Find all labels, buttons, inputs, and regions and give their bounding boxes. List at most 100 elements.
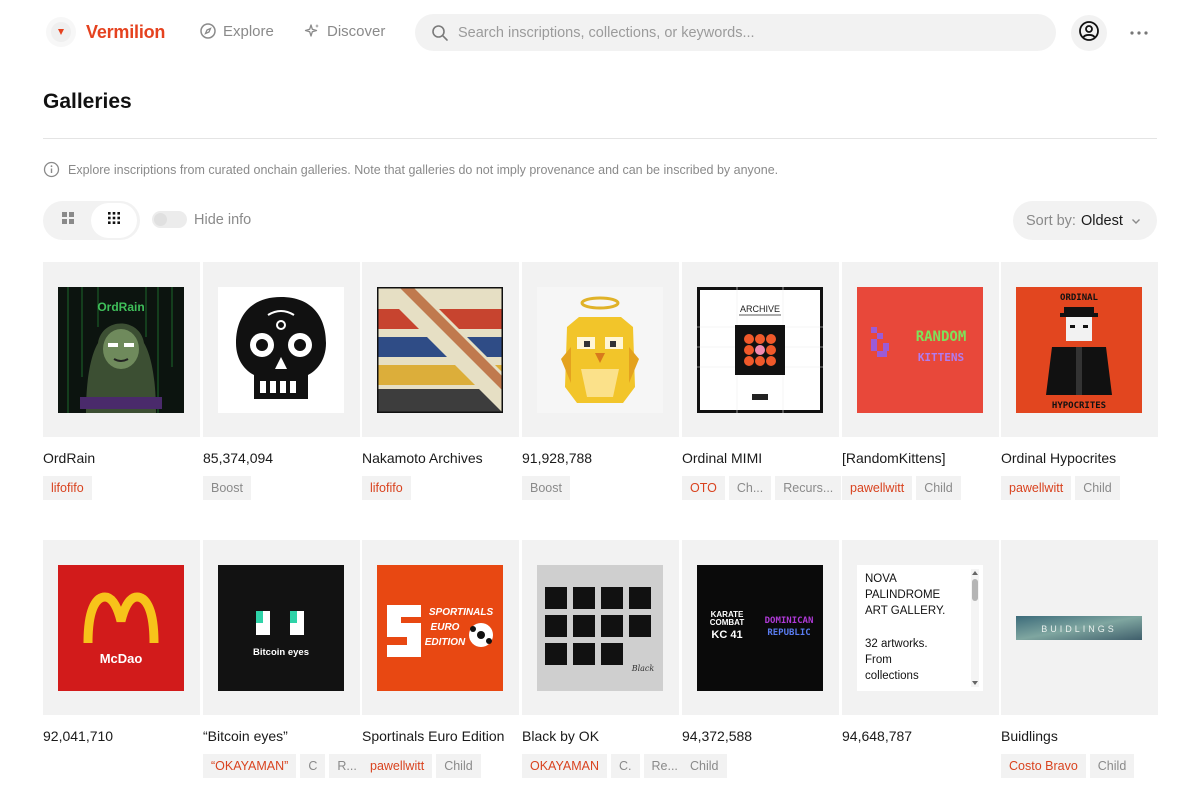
info-note: Explore inscriptions from curated onchai… (43, 161, 778, 178)
gallery-thumbnail[interactable]: Bitcoin eyes (203, 540, 360, 715)
gallery-thumbnail[interactable] (522, 262, 679, 437)
nova-art-text-1: NOVA (865, 573, 897, 585)
tag-creator[interactable]: OTO (682, 476, 725, 500)
gallery-thumbnail[interactable]: McDao (43, 540, 200, 715)
tag-child[interactable]: C (300, 754, 326, 778)
sort-dropdown[interactable]: Sort by: Oldest (1013, 201, 1157, 240)
gallery-card[interactable]: Black Black by OK OKAYAMAN C. Re... (522, 540, 686, 778)
tag-recursive[interactable]: Recurs... (775, 476, 842, 500)
gallery-card[interactable]: RANDOM KITTENS [RandomKittens] pawellwit… (842, 262, 999, 500)
tag-list: “OKAYAMAN” C R... (203, 754, 365, 778)
tag-child[interactable]: Child (682, 754, 727, 778)
gallery-card[interactable]: NOVA PALINDROME ART GALLERY. 32 artworks… (842, 540, 999, 744)
profile-button[interactable] (1071, 15, 1107, 51)
gallery-name[interactable]: 85,374,094 (203, 450, 273, 466)
black-art-text: Black (631, 664, 655, 673)
tag-creator[interactable]: pawellwitt (1001, 476, 1072, 500)
tag-creator[interactable]: pawellwitt (362, 754, 433, 778)
large-grid-button[interactable] (45, 203, 91, 238)
tag-child[interactable]: Child (1075, 476, 1120, 500)
gallery-name[interactable]: Ordinal Hypocrites (1001, 450, 1116, 466)
karate-art-text-2: COMBAT (710, 618, 745, 627)
gallery-thumbnail[interactable] (362, 262, 519, 437)
tag-child[interactable]: C. (611, 754, 640, 778)
gallery-name[interactable]: 91,928,788 (522, 450, 592, 466)
nav-explore[interactable]: Explore (199, 22, 274, 40)
tag-recursive[interactable]: R... (329, 754, 365, 778)
tag-creator[interactable]: Costo Bravo (1001, 754, 1086, 778)
tag-child[interactable]: Child (436, 754, 481, 778)
tag-child[interactable]: Ch... (728, 476, 772, 500)
hide-info-toggle[interactable]: Hide info (152, 211, 251, 228)
tag-list: OTO Ch... Recurs... (682, 476, 842, 500)
gallery-name[interactable]: 94,648,787 (842, 728, 912, 744)
chevron-down-icon (1130, 215, 1142, 227)
gallery-name[interactable]: Sportinals Euro Edition (362, 728, 504, 744)
owl-artwork (537, 287, 663, 413)
more-menu-button[interactable] (1126, 22, 1152, 42)
tag-creator[interactable]: lifofifo (43, 476, 92, 500)
gallery-thumbnail[interactable] (203, 262, 360, 437)
tag-recursive[interactable]: Re... (643, 754, 686, 778)
gallery-name[interactable]: “Bitcoin eyes” (203, 728, 288, 744)
gallery-card[interactable]: ARCHIVE Ordinal MIMI OTO Ch... Recurs... (682, 262, 842, 500)
search-bar[interactable] (415, 14, 1056, 51)
nav-discover[interactable]: Discover (303, 22, 385, 40)
gallery-card[interactable]: McDao 92,041,710 (43, 540, 200, 744)
divider (43, 138, 1157, 139)
gallery-thumbnail[interactable]: BUIDLINGS (1001, 540, 1158, 715)
logo[interactable]: Vermilion (44, 15, 165, 49)
tag-list: Boost (522, 476, 570, 500)
buidlings-art-text: BUIDLINGS (1041, 624, 1117, 634)
archive-art-text: ARCHIVE (740, 304, 780, 314)
gallery-card[interactable]: BUIDLINGS Buidlings Costo Bravo Child (1001, 540, 1158, 778)
sportinals-art-text-2: EURO (431, 622, 460, 633)
hypocrites-art-text-1: ORDINAL (1060, 293, 1099, 303)
gallery-name[interactable]: [RandomKittens] (842, 450, 946, 466)
gallery-card[interactable]: 91,928,788 Boost (522, 262, 679, 500)
sportinals-art-text-1: SPORTINALS (429, 607, 494, 618)
tag-boost[interactable]: Boost (522, 476, 570, 500)
sportinals-artwork: SPORTINALS EURO EDITION (377, 565, 503, 691)
gallery-thumbnail[interactable]: ARCHIVE (682, 262, 839, 437)
karate-art-text-3: KC 41 (711, 629, 742, 641)
tag-creator[interactable]: pawellwitt (842, 476, 913, 500)
gallery-thumbnail[interactable]: OrdRain (43, 262, 200, 437)
gallery-name[interactable]: Buidlings (1001, 728, 1058, 744)
stripes-artwork (377, 287, 503, 413)
gallery-thumbnail[interactable]: Black (522, 540, 679, 715)
tag-list: lifofifo (362, 476, 411, 500)
sparkle-icon (303, 22, 321, 40)
small-grid-button[interactable] (91, 203, 137, 238)
gallery-thumbnail[interactable]: RANDOM KITTENS (842, 262, 999, 437)
nav-discover-label: Discover (327, 22, 386, 40)
gallery-thumbnail[interactable]: ORDINAL HYPOCRITES (1001, 262, 1158, 437)
tag-child[interactable]: Child (1089, 754, 1135, 778)
gallery-card[interactable]: OrdRain OrdRain lifofifo (43, 262, 200, 500)
gallery-name[interactable]: Nakamoto Archives (362, 450, 483, 466)
gallery-thumbnail[interactable]: NOVA PALINDROME ART GALLERY. 32 artworks… (842, 540, 999, 715)
tag-creator[interactable]: lifofifo (362, 476, 411, 500)
tag-creator[interactable]: “OKAYAMAN” (203, 754, 297, 778)
gallery-name[interactable]: Black by OK (522, 728, 599, 744)
gallery-card[interactable]: KARATE COMBAT KC 41 DOMINICAN REPUBLIC 9… (682, 540, 839, 778)
tag-child[interactable]: Child (916, 476, 961, 500)
search-icon (431, 24, 449, 42)
gallery-card[interactable]: 85,374,094 Boost (203, 262, 360, 500)
gallery-thumbnail[interactable]: KARATE COMBAT KC 41 DOMINICAN REPUBLIC (682, 540, 839, 715)
gallery-thumbnail[interactable]: SPORTINALS EURO EDITION (362, 540, 519, 715)
tag-creator[interactable]: OKAYAMAN (522, 754, 607, 778)
tag-boost[interactable]: Boost (203, 476, 251, 500)
gallery-card[interactable]: Nakamoto Archives lifofifo (362, 262, 519, 500)
gallery-name[interactable]: 94,372,588 (682, 728, 752, 744)
vermilion-logo-icon (44, 15, 78, 49)
gallery-name[interactable]: OrdRain (43, 450, 95, 466)
mcdao-art-text: McDao (100, 651, 143, 666)
search-input[interactable] (458, 24, 1018, 41)
gallery-card[interactable]: ORDINAL HYPOCRITES Ordinal Hypocrites pa… (1001, 262, 1158, 500)
gallery-card[interactable]: Bitcoin eyes “Bitcoin eyes” “OKAYAMAN” C… (203, 540, 365, 778)
gallery-card[interactable]: SPORTINALS EURO EDITION Sportinals Euro … (362, 540, 519, 778)
gallery-name[interactable]: 92,041,710 (43, 728, 113, 744)
gallery-name[interactable]: Ordinal MIMI (682, 450, 762, 466)
hide-info-switch[interactable] (152, 211, 187, 228)
